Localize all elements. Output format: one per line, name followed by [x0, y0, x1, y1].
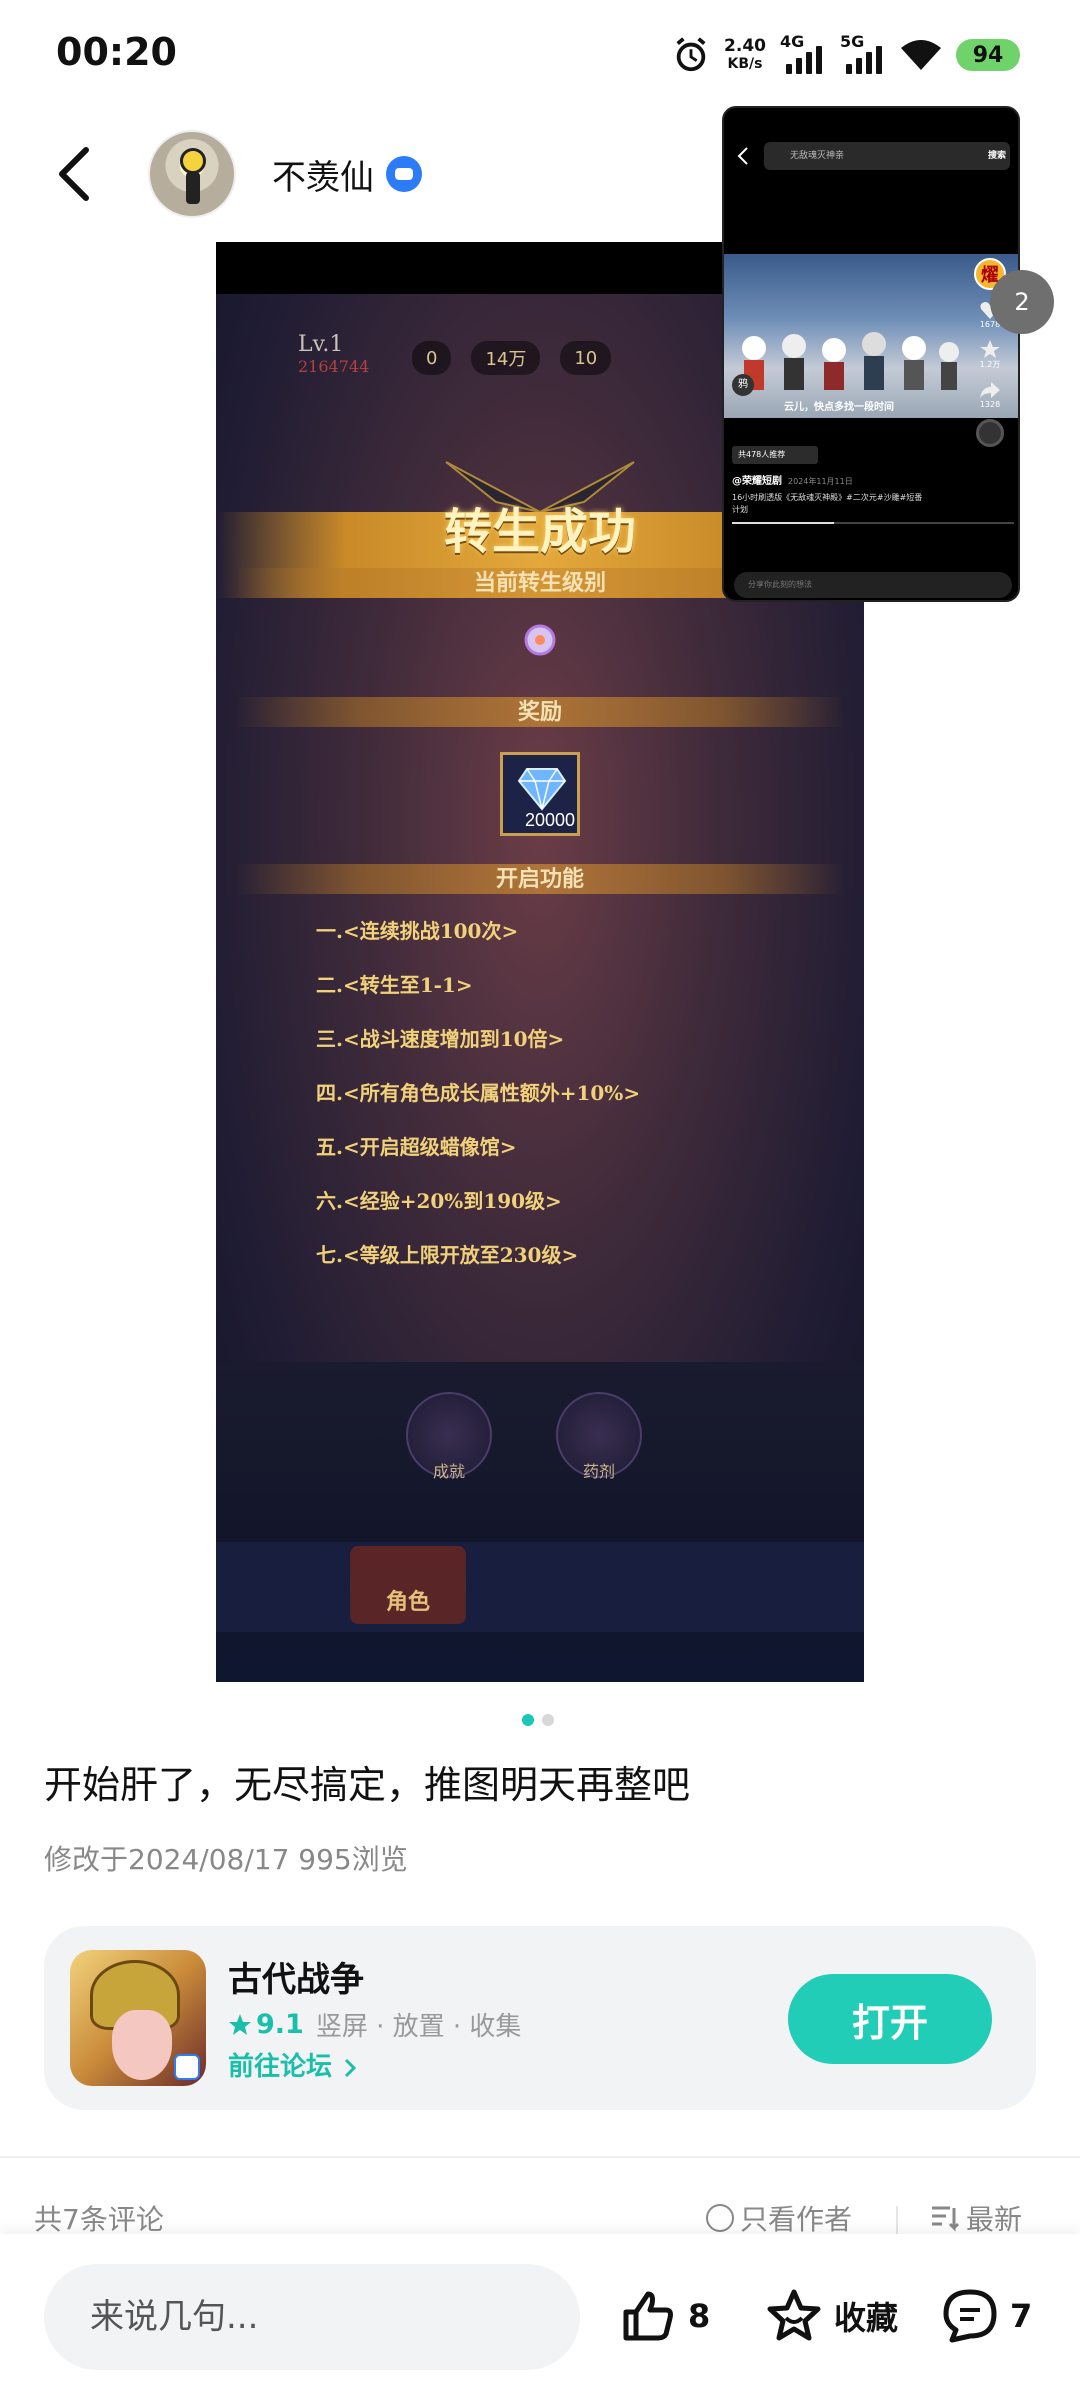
app-rating: 9.1 竖屏 · 放置 · 收集 [228, 2006, 521, 2043]
comment-button[interactable]: 7 [940, 2276, 1032, 2356]
video-back-icon[interactable] [736, 146, 750, 166]
floating-video-window[interactable]: 无敌魂灭神亲 搜索 云儿，快点多找一段时间 燿 1678 1.2万 1328 鸦… [722, 106, 1020, 602]
reward-label: 奖励 [236, 697, 844, 727]
app-icon[interactable] [70, 1950, 206, 2086]
feature-list: 一.<连续挑战100次> 二.<转生至1-1> 三.<战斗速度增加到10倍> 四… [316, 904, 816, 1282]
radio-icon [706, 2204, 734, 2232]
signal-icon-sim1: 4G [780, 32, 826, 78]
signal-icon-sim2: 5G [840, 32, 886, 78]
music-disc-icon [976, 419, 1004, 447]
app-card[interactable]: 古代战争 9.1 竖屏 · 放置 · 收集 前往论坛 打开 [44, 1926, 1036, 2110]
video-search-input[interactable]: 无敌魂灭神亲 [764, 142, 1010, 170]
hud-energy: 10 [560, 341, 612, 375]
app-name[interactable]: 古代战争 [228, 1952, 364, 2001]
video-favorite[interactable]: 1.2万 [972, 339, 1008, 370]
video-author[interactable]: @荣耀短剧 2024年11月11日 [732, 472, 853, 487]
video-subtitle: 云儿，快点多找一段时间 [784, 402, 894, 413]
favorite-label: 收藏 [834, 2299, 899, 2337]
potion-button: 药剂 [556, 1392, 642, 1481]
hud-gems: 14万 [471, 341, 541, 375]
comment-count: 共7条评论 [34, 2203, 164, 2236]
star-icon [980, 340, 1000, 358]
achievement-button: 成就 [406, 1392, 492, 1481]
alarm-icon [676, 37, 706, 72]
author-only-toggle[interactable]: 只看作者 [706, 2198, 852, 2238]
video-description: 16小时刷透版《无敌魂灭神殿》#二次元#沙雕#短番 计划 [732, 493, 923, 514]
post-text: 开始肝了，无尽搞定，推图明天再整吧 [44, 1763, 691, 1807]
video-share[interactable]: 1328 [972, 380, 1008, 409]
feature-item: 五.<开启超级蜡像馆> [316, 1135, 517, 1159]
like-button[interactable]: 8 [618, 2276, 710, 2356]
feature-item: 六.<经验+20%到190级> [316, 1189, 562, 1213]
post-page: 00:20 2.40 KB/s 4G 5G 94 不羡仙 Lv.1 216474… [0, 0, 1080, 2400]
wifi-icon [901, 40, 941, 70]
reward-quantity: 20000 [524, 810, 575, 830]
video-characters [742, 332, 959, 390]
video-small-icon: 鸦 [732, 374, 754, 396]
rank-gem-icon [524, 624, 556, 656]
app-tags: 竖屏 · 放置 · 收集 [315, 2012, 522, 2042]
video-recommend-tag[interactable]: 共478人推荐 [732, 446, 818, 464]
status-bar: 00:20 2.40 KB/s 4G 5G 94 [0, 0, 1080, 110]
image-pagination [522, 1714, 554, 1726]
star-icon [229, 2013, 251, 2035]
diamond-icon [517, 768, 567, 811]
feature-item: 一.<连续挑战100次> [316, 919, 519, 943]
comment-icon [943, 2289, 997, 2343]
battery-indicator: 94 [956, 39, 1020, 71]
game-tab-active: 角色 [350, 1546, 466, 1624]
status-time: 00:20 [56, 30, 177, 74]
video-search-button[interactable]: 搜索 [988, 142, 1006, 170]
back-icon[interactable] [52, 144, 96, 204]
hud-gold: 0 [412, 341, 452, 375]
page-dot [542, 1714, 554, 1726]
page-dot-active [522, 1714, 534, 1726]
forum-link[interactable]: 前往论坛 [228, 2046, 359, 2083]
net-speed-value: 2.40 [724, 36, 766, 56]
star-outline-icon [767, 2289, 821, 2341]
share-icon [980, 382, 1000, 398]
post-meta: 修改于2024/08/17 995浏览 [44, 1843, 408, 1876]
comment-count-bottom: 7 [1010, 2297, 1033, 2335]
side-circle-button[interactable]: 2 [990, 270, 1054, 334]
status-icons: 2.40 KB/s 4G 5G 94 [672, 30, 1020, 80]
feature-item: 四.<所有角色成长属性额外+10%> [316, 1081, 641, 1105]
video-progress[interactable] [732, 522, 1014, 524]
divider [0, 2156, 1080, 2158]
game-tabbar: 角色 [216, 1542, 864, 1632]
game-bottom-buttons: 成就 药剂 [406, 1382, 676, 1502]
bottom-action-bar: 8 收藏 7 [0, 2234, 1080, 2400]
username[interactable]: 不羡仙 [272, 150, 374, 199]
feature-item: 二.<转生至1-1> [316, 973, 473, 997]
unlock-label: 开启功能 [236, 864, 844, 894]
net-speed-unit: KB/s [727, 56, 763, 72]
video-comment-input[interactable]: 分享你此刻的想法 [734, 572, 1012, 598]
open-app-button[interactable]: 打开 [788, 1974, 992, 2064]
comment-input[interactable] [44, 2264, 580, 2370]
app-score: 9.1 [256, 2009, 304, 2040]
game-level: Lv.1 2164744 [298, 332, 370, 376]
feature-item: 七.<等级上限开放至230级> [316, 1243, 579, 1267]
avatar[interactable] [148, 130, 236, 218]
feature-item: 三.<战斗速度增加到10倍> [316, 1027, 565, 1051]
reward-item: 20000 [500, 752, 580, 836]
sort-icon [932, 2206, 960, 2232]
chevron-right-icon [345, 2058, 357, 2077]
net-speed: 2.40 KB/s [724, 37, 766, 73]
like-count: 8 [688, 2297, 711, 2335]
verified-icon [386, 156, 422, 192]
thumbs-up-icon [623, 2291, 673, 2341]
sort-button[interactable]: 最新 [930, 2198, 1022, 2238]
favorite-button[interactable]: 收藏 [764, 2276, 898, 2356]
